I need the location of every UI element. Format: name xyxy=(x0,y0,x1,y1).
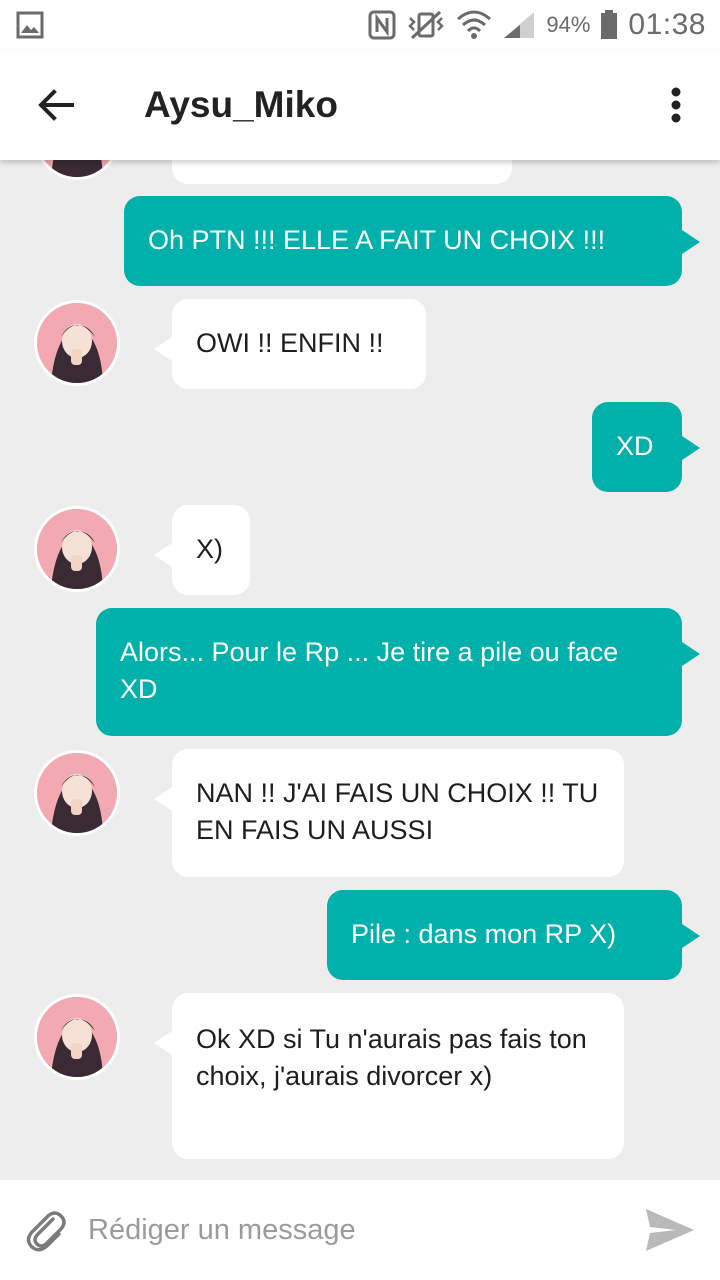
message-input[interactable] xyxy=(88,1213,608,1247)
message-bubble-outgoing[interactable]: Oh PTN !!! ELLE A FAIT UN CHOIX !!! xyxy=(124,196,700,286)
gallery-icon xyxy=(16,11,44,39)
more-vert-icon xyxy=(670,87,682,123)
vibrate-icon xyxy=(406,10,446,40)
message-text: OWI !! ENFIN !! xyxy=(196,328,384,358)
wifi-icon xyxy=(456,9,492,41)
avatar[interactable] xyxy=(34,506,120,592)
battery-icon xyxy=(600,10,618,40)
message-text: X) xyxy=(196,534,223,564)
message-bubble-incoming[interactable]: NAN !! J'AI FAIS UN CHOIX !! TU EN FAIS … xyxy=(154,749,624,877)
signal-icon xyxy=(502,10,536,40)
message-bubble-incoming[interactable]: Ok XD si Tu n'aurais pas fais ton choix,… xyxy=(154,993,624,1159)
message-bubble-incoming[interactable]: X) xyxy=(154,505,250,595)
avatar[interactable] xyxy=(34,300,120,386)
more-options-button[interactable] xyxy=(660,75,692,135)
message-text: NAN !! J'AI FAIS UN CHOIX !! TU EN FAIS … xyxy=(196,778,599,845)
avatar[interactable] xyxy=(34,160,120,180)
conversation-title: Aysu_Miko xyxy=(144,84,338,125)
message-bubble-outgoing[interactable]: Pile : dans mon RP X) xyxy=(327,890,700,980)
message-bubble-outgoing[interactable]: XD xyxy=(592,402,700,492)
attach-button[interactable] xyxy=(16,1200,76,1260)
battery-percent: 94% xyxy=(546,12,591,37)
message-text: Alors... Pour le Rp ... Je tire a pile o… xyxy=(120,637,619,704)
nfc-icon xyxy=(368,10,396,40)
message-text: Pile : dans mon RP X) xyxy=(351,919,617,949)
app-bar: Aysu_Miko xyxy=(0,50,720,160)
send-icon xyxy=(644,1207,696,1253)
paperclip-icon xyxy=(23,1207,69,1253)
message-bubble-incoming[interactable]: OWI !! ENFIN !! xyxy=(154,299,426,389)
message-thread[interactable]: Oh PTN !!! ELLE A FAIT UN CHOIX !!! OWI … xyxy=(0,160,720,1180)
message-bubble-outgoing[interactable]: Alors... Pour le Rp ... Je tire a pile o… xyxy=(96,608,700,736)
message-composer xyxy=(0,1180,720,1280)
status-bar: 94% 01:38 xyxy=(0,0,720,50)
send-button[interactable] xyxy=(640,1200,700,1260)
avatar[interactable] xyxy=(34,750,120,836)
message-bubble-incoming[interactable] xyxy=(172,160,512,184)
status-time: 01:38 xyxy=(628,8,706,41)
back-button[interactable] xyxy=(26,75,86,135)
arrow-left-icon xyxy=(38,89,74,121)
message-text: Oh PTN !!! ELLE A FAIT UN CHOIX !!! xyxy=(148,225,606,255)
message-text: XD xyxy=(616,431,654,461)
avatar[interactable] xyxy=(34,994,120,1080)
message-text: Ok XD si Tu n'aurais pas fais ton choix,… xyxy=(196,1024,587,1091)
